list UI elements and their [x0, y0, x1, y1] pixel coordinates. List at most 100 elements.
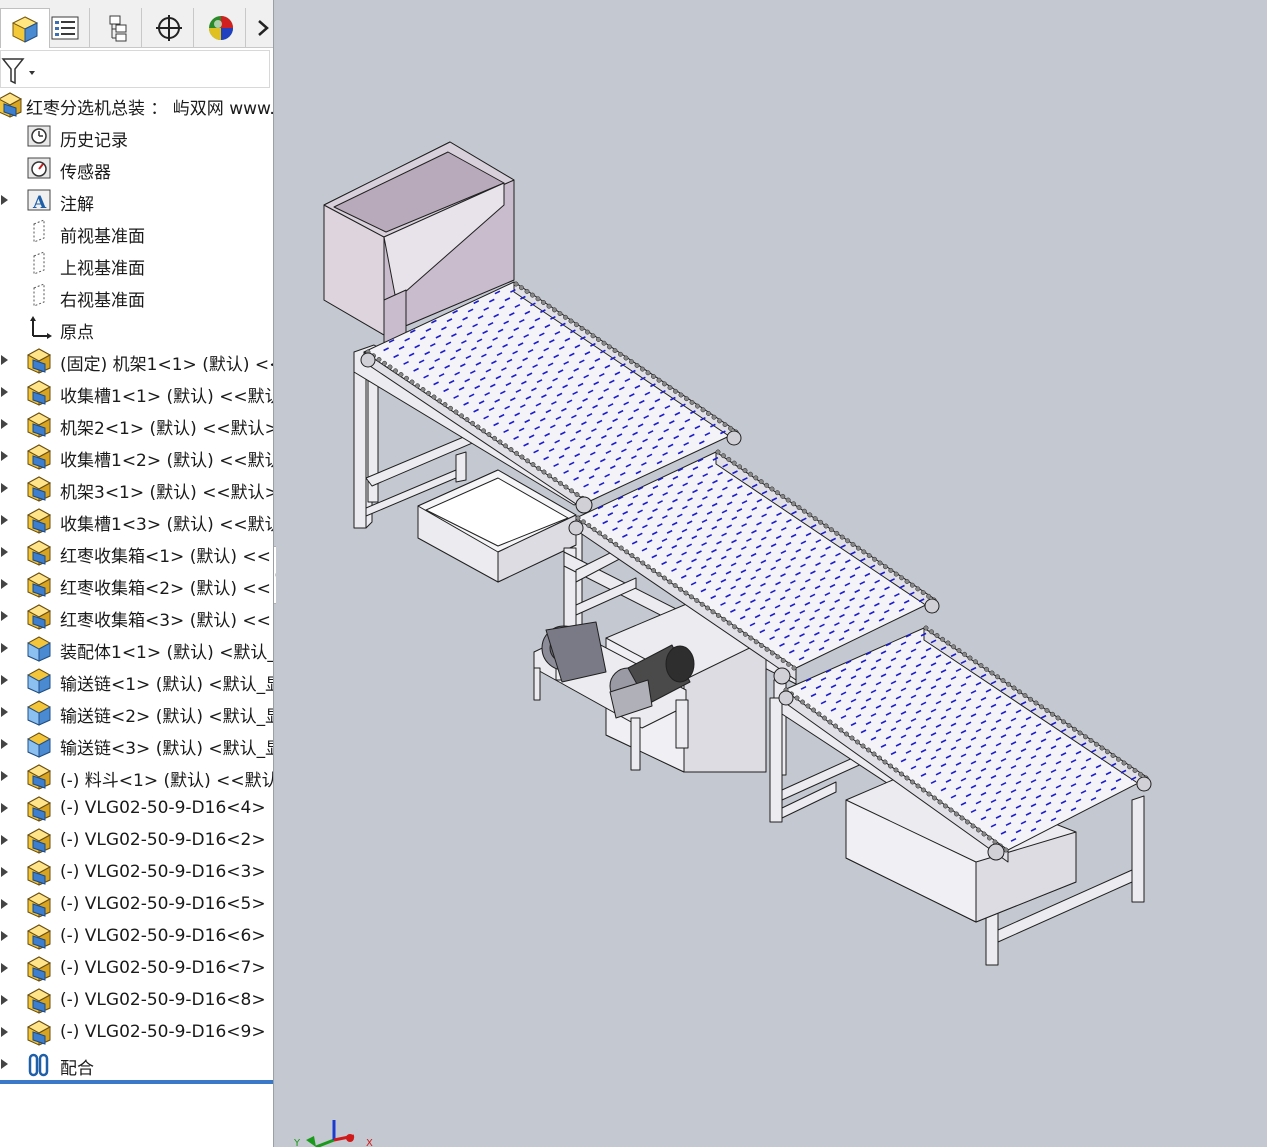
configuration-manager-icon	[109, 15, 126, 42]
tree-item[interactable]: 收集槽1<2> (默认) <<默认	[0, 440, 273, 472]
tree-item-label: 配合	[60, 1059, 94, 1079]
expand-arrow-icon[interactable]	[0, 1058, 10, 1070]
tree-item-label: (-) VLG02-50-9-D16<3>	[60, 862, 266, 882]
triad-y-label: Y	[293, 1138, 301, 1147]
tab-more-button[interactable]	[252, 8, 273, 48]
expand-arrow-icon[interactable]	[0, 898, 10, 910]
expand-arrow-icon[interactable]	[0, 386, 10, 398]
expand-arrow-icon[interactable]	[0, 418, 10, 430]
expand-arrow-icon[interactable]	[0, 866, 10, 878]
tree-item-label: 机架2<1> (默认) <<默认>	[60, 419, 274, 439]
tree-item[interactable]: (-) VLG02-50-9-D16<5>	[0, 888, 273, 920]
tree-item-label: (-) VLG02-50-9-D16<8>	[60, 990, 266, 1010]
tree-item[interactable]: (-) 料斗<1> (默认) <<默认	[0, 760, 274, 792]
tree-item[interactable]: 输送链<1> (默认) <默认_显	[0, 664, 274, 696]
tree-item-label: 输送链<3> (默认) <默认_显	[60, 739, 274, 759]
tree-item[interactable]: 机架3<1> (默认) <<默认>	[0, 472, 273, 504]
graphics-viewport[interactable]: Y X	[276, 0, 1267, 1147]
display-manager-icon	[208, 16, 233, 40]
annotation-icon: A	[27, 189, 51, 213]
tree-item-label: (-) 料斗<1> (默认) <<默认	[60, 771, 274, 791]
origin-icon	[30, 316, 52, 339]
expand-arrow-icon[interactable]	[0, 962, 10, 974]
tree-item[interactable]: 红枣收集箱<3> (默认) <<!	[0, 600, 274, 632]
part-icon	[26, 412, 52, 438]
part-icon	[26, 540, 52, 566]
filter-icon[interactable]	[1, 53, 41, 89]
tree-item-label: (-) VLG02-50-9-D16<6>	[60, 926, 266, 946]
subassembly-icon	[27, 732, 51, 758]
tab-display-manager[interactable]	[196, 8, 246, 48]
tree-item[interactable]: (-) VLG02-50-9-D16<9>	[0, 1016, 273, 1048]
expand-arrow-icon[interactable]	[0, 834, 10, 846]
expand-arrow-icon[interactable]	[0, 450, 10, 462]
chevron-right-icon	[258, 20, 269, 36]
tree-item[interactable]: (-) VLG02-50-9-D16<2>	[0, 824, 273, 856]
tree-root-label: 红枣分选机总装 ： 屿双网 www.	[26, 99, 274, 119]
expand-arrow-icon[interactable]	[0, 578, 10, 590]
tree-item-label: (-) VLG02-50-9-D16<4>	[60, 798, 266, 818]
tree-item[interactable]: (-) VLG02-50-9-D16<6>	[0, 920, 273, 952]
subassembly-icon	[27, 636, 51, 662]
expand-arrow-icon[interactable]	[0, 738, 10, 750]
tree-item-label: 输送链<2> (默认) <默认_显	[60, 707, 274, 727]
assembly-3d-view[interactable]: Y X	[276, 0, 1267, 1147]
expand-arrow-icon[interactable]	[0, 802, 10, 814]
triad-x-label: X	[366, 1138, 373, 1147]
tree-item-label: 红枣收集箱<1> (默认) <<!	[60, 547, 274, 567]
tree-item[interactable]: 收集槽1<1> (默认) <<默认	[0, 376, 273, 408]
expand-arrow-icon[interactable]	[0, 642, 10, 654]
panel-bottom-bar	[0, 1080, 273, 1084]
tree-item[interactable]: 上视基准面	[0, 248, 273, 280]
tree-item[interactable]: 输送链<3> (默认) <默认_显	[0, 728, 274, 760]
expand-arrow-icon[interactable]	[0, 546, 10, 558]
expand-arrow-icon[interactable]	[0, 930, 10, 942]
tree-item[interactable]: 输送链<2> (默认) <默认_显	[0, 696, 274, 728]
tree-item-label: 注解	[60, 195, 94, 215]
tree-root-assembly[interactable]: 红枣分选机总装 ： 屿双网 www.	[0, 88, 274, 120]
tree-item[interactable]: (-) VLG02-50-9-D16<4>	[0, 792, 273, 824]
tree-item-label: 上视基准面	[60, 259, 145, 279]
tree-item[interactable]: 收集槽1<3> (默认) <<默认	[0, 504, 273, 536]
plane-icon	[33, 219, 45, 243]
dimxpert-icon	[155, 15, 182, 41]
tree-item[interactable]: 历史记录	[0, 120, 273, 152]
tree-item[interactable]: 配合	[0, 1048, 273, 1080]
tree-item[interactable]: 右视基准面	[0, 280, 273, 312]
tab-property-manager[interactable]	[40, 8, 90, 48]
expand-arrow-icon[interactable]	[0, 354, 10, 366]
tree-item[interactable]: (-) VLG02-50-9-D16<7>	[0, 952, 273, 984]
expand-arrow-icon[interactable]	[0, 194, 10, 206]
expand-arrow-icon[interactable]	[0, 482, 10, 494]
subassembly-icon	[27, 668, 51, 694]
tree-item[interactable]: 机架2<1> (默认) <<默认>	[0, 408, 274, 440]
subassembly-icon	[27, 700, 51, 726]
tree-filter-bar[interactable]	[0, 50, 270, 88]
tree-item[interactable]: (-) VLG02-50-9-D16<3>	[0, 856, 273, 888]
expand-arrow-icon[interactable]	[0, 1026, 10, 1038]
tree-item[interactable]: A 注解	[0, 184, 273, 216]
tree-item-label: 输送链<1> (默认) <默认_显	[60, 675, 274, 695]
tab-dimxpert-manager[interactable]	[144, 8, 194, 48]
tree-item[interactable]: 装配体1<1> (默认) <默认_	[0, 632, 273, 664]
expand-arrow-icon[interactable]	[0, 610, 10, 622]
expand-arrow-icon[interactable]	[0, 674, 10, 686]
expand-arrow-icon[interactable]	[0, 770, 10, 782]
view-triad: Y X	[293, 1120, 373, 1147]
tree-item[interactable]: 传感器	[0, 152, 273, 184]
feature-manager-panel: 红枣分选机总装 ： 屿双网 www. 历史记录 传感器 A 注解 前视基准面上视基准面 右视…	[0, 0, 274, 1147]
tab-configuration-manager[interactable]	[92, 8, 142, 48]
expand-arrow-icon[interactable]	[0, 706, 10, 718]
tree-item-label: (-) VLG02-50-9-D16<5>	[60, 894, 266, 914]
tree-item[interactable]: 红枣收集箱<2> (默认) <<!	[0, 568, 273, 600]
tree-item[interactable]: 红枣收集箱<1> (默认) <<!	[0, 536, 274, 568]
part-icon	[26, 924, 52, 950]
tree-item-label: 红枣收集箱<3> (默认) <<!	[60, 611, 274, 631]
tree-item[interactable]: (固定) 机架1<1> (默认) <<	[0, 344, 273, 376]
expand-arrow-icon[interactable]	[0, 514, 10, 526]
part-icon	[26, 956, 52, 982]
expand-arrow-icon[interactable]	[0, 994, 10, 1006]
tree-item[interactable]: (-) VLG02-50-9-D16<8>	[0, 984, 273, 1016]
tree-item[interactable]: 前视基准面	[0, 216, 273, 248]
tree-item[interactable]: 原点	[0, 312, 273, 344]
